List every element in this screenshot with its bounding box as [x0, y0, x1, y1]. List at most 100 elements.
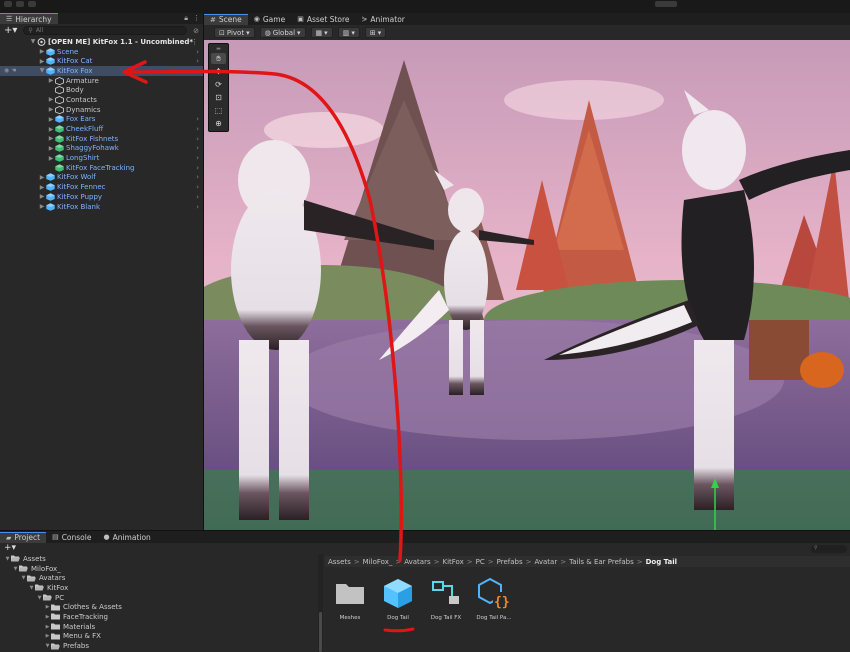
expand-arrow-right-icon[interactable]: ▶ — [47, 96, 55, 103]
scrollbar-thumb[interactable] — [319, 612, 322, 652]
open-prefab-chevron-icon[interactable]: › — [196, 125, 199, 133]
expand-arrow-down-icon[interactable]: ▼ — [38, 67, 46, 74]
breadcrumb-item[interactable]: PC — [476, 558, 485, 566]
hierarchy-item[interactable]: ▼ KitFox Fox › ◉ ☚ — [0, 66, 203, 76]
lock-icon[interactable]: 🔒︎ — [184, 14, 188, 23]
expand-arrow-down-icon[interactable]: ▼ — [20, 575, 27, 581]
expand-arrow-right-icon[interactable]: ▶ — [47, 145, 55, 152]
expand-arrow-right-icon[interactable]: ▶ — [44, 624, 51, 630]
expand-arrow-down-icon[interactable]: ▼ — [29, 38, 37, 45]
open-prefab-chevron-icon[interactable]: › — [196, 173, 199, 181]
asset-dog-tail[interactable]: Dog Tail — [378, 576, 418, 621]
expand-arrow-right-icon[interactable]: ▶ — [38, 193, 46, 200]
expand-arrow-down-icon[interactable]: ▼ — [28, 585, 35, 591]
tab-asset-store[interactable]: ▣ Asset Store — [291, 14, 355, 25]
open-prefab-chevron-icon[interactable]: › — [196, 57, 199, 65]
folder-tree-item[interactable]: ▼ KitFox — [0, 583, 318, 593]
global-dropdown[interactable]: ◍ Global ▾ — [259, 27, 306, 38]
tab-hierarchy[interactable]: ☰ Hierarchy — [0, 13, 58, 24]
expand-arrow-right-icon[interactable]: ▶ — [44, 604, 51, 610]
breadcrumb-item[interactable]: MiloFox_ — [363, 558, 393, 566]
drag-handle-icon[interactable]: ▬ — [211, 46, 226, 52]
open-prefab-chevron-icon[interactable]: › — [196, 115, 199, 123]
tab-animation[interactable]: ● Animation — [97, 532, 156, 543]
pivot-dropdown[interactable]: ⊡ Pivot ▾ — [214, 27, 255, 38]
tab-scene[interactable]: # Scene — [204, 13, 248, 25]
expand-arrow-right-icon[interactable]: ▶ — [38, 174, 46, 181]
hierarchy-item[interactable]: ▶ LongShirt › — [0, 153, 203, 163]
breadcrumb-item[interactable]: Assets — [328, 558, 351, 566]
scene-menu-icon[interactable]: ⋮ — [191, 38, 198, 46]
open-prefab-chevron-icon[interactable]: › — [196, 135, 199, 143]
increment-snap-button[interactable]: ⊞ ▾ — [364, 27, 387, 38]
visibility-icon[interactable]: ◉ ☚ — [4, 67, 17, 74]
hierarchy-search-input[interactable]: ⚲ All — [23, 26, 188, 35]
kebab-menu-icon[interactable]: ⋮ — [193, 14, 200, 23]
asset-meshes[interactable]: Meshes — [330, 576, 370, 621]
move-tool-icon[interactable]: ✥ — [211, 66, 226, 77]
breadcrumb-item[interactable]: KitFox — [442, 558, 463, 566]
folder-tree-item[interactable]: ▼ Prefabs — [0, 641, 318, 651]
hierarchy-item[interactable]: ▶ KitFox Wolf › — [0, 173, 203, 183]
asset-dog-tail-fx[interactable]: Dog Tail FX — [426, 576, 466, 621]
tab-project[interactable]: ▰ Project — [0, 531, 47, 543]
folder-tree-item[interactable]: ▶ Clothes & Assets — [0, 602, 318, 612]
expand-arrow-right-icon[interactable]: ▶ — [47, 126, 55, 133]
expand-arrow-down-icon[interactable]: ▼ — [12, 566, 19, 572]
hierarchy-item[interactable]: ▶ KitFox Puppy › — [0, 192, 203, 202]
folder-tree-item[interactable]: ▼ Avatars — [0, 573, 318, 583]
transform-tool-icon[interactable]: ⊕ — [211, 118, 226, 129]
hierarchy-item[interactable]: ▶ KitFox Blank › — [0, 202, 203, 212]
tab-console[interactable]: ▤ Console — [46, 532, 97, 543]
expand-arrow-right-icon[interactable]: ▶ — [38, 184, 46, 191]
tab-animator[interactable]: ⋟ Animator — [356, 14, 411, 25]
step-icon[interactable] — [28, 1, 36, 7]
expand-arrow-right-icon[interactable]: ▶ — [38, 58, 46, 65]
asset-dog-tail-params[interactable]: {} Dog Tail Pa... — [474, 576, 514, 621]
tab-game[interactable]: ◉ Game — [248, 14, 291, 25]
hierarchy-item[interactable]: ▶ KitFox Cat › — [0, 56, 203, 66]
open-prefab-chevron-icon[interactable]: › — [196, 144, 199, 152]
hierarchy-scene-root[interactable]: ▼ [OPEN ME] KitFox 1.1 - Uncombined* ⋮ — [0, 37, 203, 47]
grid-visibility-button[interactable]: ▥ ▾ — [337, 27, 360, 38]
breadcrumb-item[interactable]: Prefabs — [497, 558, 523, 566]
folder-tree-item[interactable]: ▶ Menu & FX — [0, 632, 318, 642]
folder-tree-item[interactable]: ▼ MiloFox_ — [0, 564, 318, 574]
rect-tool-icon[interactable]: ⬚ — [211, 105, 226, 116]
scene-viewport[interactable] — [204, 40, 850, 530]
pause-icon[interactable] — [16, 1, 24, 7]
hierarchy-item[interactable]: ▶ KitFox Fishnets › — [0, 134, 203, 144]
hierarchy-item[interactable]: ▶ Scene › — [0, 47, 203, 57]
expand-arrow-right-icon[interactable]: ▶ — [47, 77, 55, 84]
breadcrumb-item[interactable]: Avatars — [404, 558, 430, 566]
rotate-tool-icon[interactable]: ⟳ — [211, 79, 226, 90]
expand-arrow-down-icon[interactable]: ▼ — [4, 556, 11, 562]
play-icon[interactable] — [4, 1, 12, 7]
expand-arrow-right-icon[interactable]: ▶ — [47, 116, 55, 123]
expand-arrow-right-icon[interactable]: ▶ — [47, 135, 55, 142]
open-prefab-chevron-icon[interactable]: › — [196, 183, 199, 191]
hierarchy-item[interactable]: ▶ KitFox Fennec › — [0, 182, 203, 192]
hierarchy-item[interactable]: ▶ Contacts — [0, 95, 203, 105]
expand-arrow-right-icon[interactable]: ▶ — [38, 48, 46, 55]
breadcrumb-item[interactable]: Dog Tail — [646, 558, 677, 566]
breadcrumb-item[interactable]: Tails & Ear Prefabs — [569, 558, 634, 566]
open-prefab-chevron-icon[interactable]: › — [196, 203, 199, 211]
expand-arrow-down-icon[interactable]: ▼ — [36, 595, 43, 601]
folder-tree-scrollbar[interactable] — [318, 554, 323, 652]
folder-tree-item[interactable]: ▼ Assets — [0, 554, 318, 564]
create-asset-button[interactable]: +▾ — [4, 543, 16, 553]
hierarchy-item[interactable]: Body — [0, 85, 203, 95]
open-prefab-chevron-icon[interactable]: › — [196, 48, 199, 56]
grid-snap-button[interactable]: ▦ ▾ — [310, 27, 333, 38]
expand-arrow-right-icon[interactable]: ▶ — [47, 155, 55, 162]
hierarchy-item[interactable]: KitFox FaceTracking › — [0, 163, 203, 173]
hierarchy-item[interactable]: ▶ Fox Ears › — [0, 115, 203, 125]
open-prefab-chevron-icon[interactable]: › — [196, 154, 199, 162]
create-button[interactable]: +▾ — [4, 25, 17, 36]
breadcrumb-item[interactable]: Avatar — [534, 558, 557, 566]
scale-tool-icon[interactable]: ⊡ — [211, 92, 226, 103]
expand-arrow-right-icon[interactable]: ▶ — [47, 106, 55, 113]
expand-arrow-right-icon[interactable]: ▶ — [44, 633, 51, 639]
hierarchy-item[interactable]: ▶ Dynamics — [0, 105, 203, 115]
